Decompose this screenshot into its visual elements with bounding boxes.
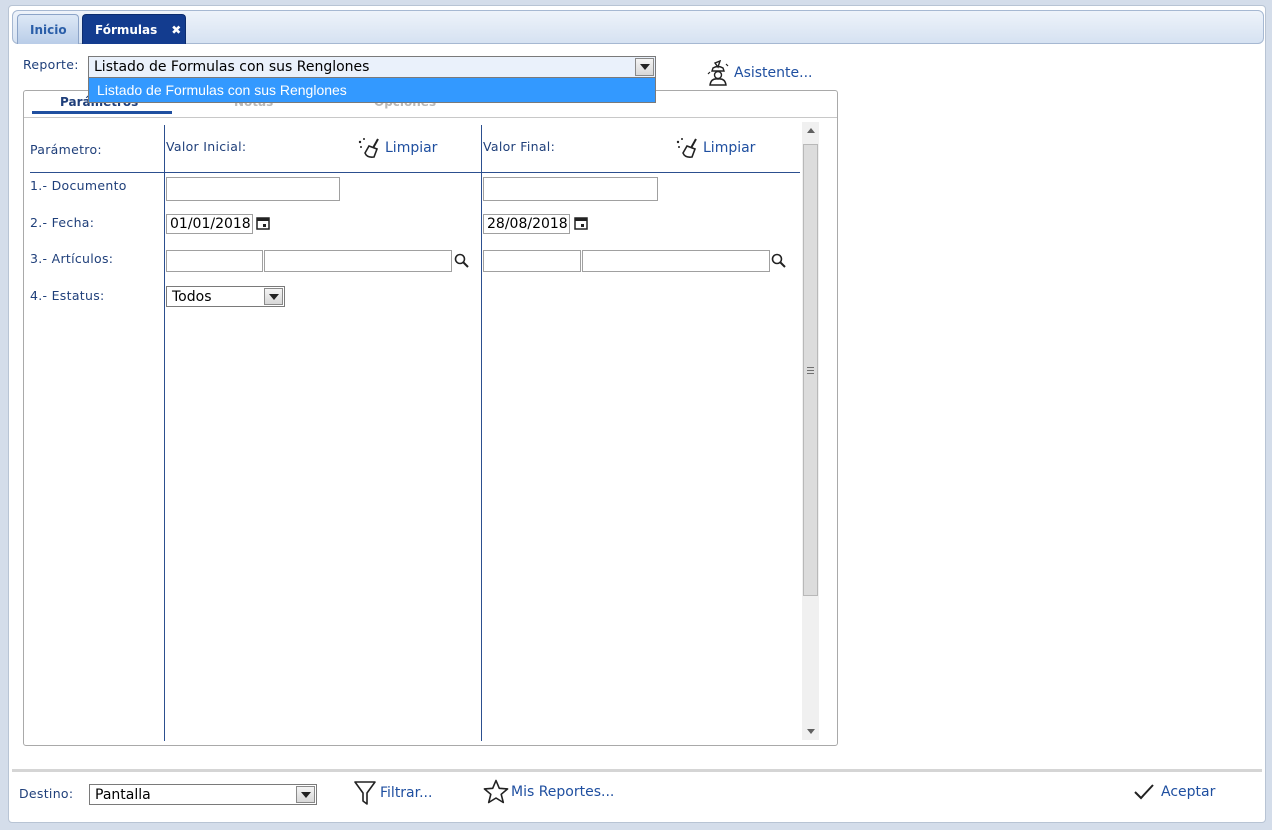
param-estatus-label: 4.- Estatus:: [30, 288, 105, 303]
reporte-label: Reporte:: [23, 57, 79, 72]
final-header: Valor Final:: [483, 139, 556, 154]
reporte-select-value: Listado de Formulas con sus Renglones: [94, 59, 370, 75]
scroll-thumb[interactable]: [803, 144, 818, 596]
tab-formulas-label: Fórmulas: [95, 22, 158, 37]
articulos-initial-desc-input[interactable]: [264, 250, 452, 272]
mis-reportes-label: Mis Reportes...: [511, 784, 615, 800]
header-divider: [30, 172, 800, 173]
tab-bar: Inicio Fórmulas ✖: [12, 10, 1264, 44]
star-icon: [483, 779, 509, 804]
estatus-select[interactable]: Todos: [166, 286, 285, 307]
vertical-scrollbar[interactable]: [802, 122, 819, 740]
destino-select[interactable]: Pantalla: [89, 784, 317, 805]
scroll-up-icon[interactable]: [802, 122, 819, 139]
calendar-icon[interactable]: [256, 216, 270, 230]
grip-line: [807, 370, 814, 371]
clear-initial-button[interactable]: Limpiar: [357, 136, 437, 160]
param-documento-label: 1.- Documento: [30, 178, 127, 193]
reporte-option-label: Listado de Formulas con sus Renglones: [97, 82, 347, 98]
filtrar-label: Filtrar...: [380, 785, 433, 801]
asistente-button[interactable]: Asistente...: [706, 60, 812, 86]
reporte-select[interactable]: Listado de Formulas con sus Renglones: [88, 56, 656, 78]
documento-final-input[interactable]: [483, 177, 658, 201]
destino-select-value: Pantalla: [95, 786, 151, 803]
divider: [24, 117, 837, 118]
param-header: Parámetro:: [30, 142, 102, 157]
initial-header: Valor Inicial:: [166, 139, 247, 154]
calendar-icon[interactable]: [574, 216, 588, 230]
grip-line: [807, 367, 814, 368]
filtrar-button[interactable]: Filtrar...: [354, 780, 432, 806]
articulos-final-code-input[interactable]: [483, 250, 581, 272]
chevron-down-icon[interactable]: [635, 58, 654, 76]
grip-line: [807, 373, 814, 374]
search-icon[interactable]: [771, 253, 787, 269]
asistente-label: Asistente...: [734, 65, 813, 81]
tab-inicio-label: Inicio: [30, 22, 67, 37]
chevron-down-icon[interactable]: [296, 786, 315, 803]
aceptar-button[interactable]: Aceptar: [1133, 783, 1215, 801]
filter-icon: [354, 781, 376, 805]
scroll-down-icon[interactable]: [802, 723, 819, 740]
column-divider: [481, 125, 482, 741]
clear-final-label: Limpiar: [703, 140, 756, 156]
documento-initial-input[interactable]: [166, 177, 340, 201]
clear-final-button[interactable]: Limpiar: [675, 136, 755, 160]
mis-reportes-button[interactable]: Mis Reportes...: [483, 779, 614, 805]
aceptar-label: Aceptar: [1161, 784, 1216, 800]
report-window: Inicio Fórmulas ✖ Reporte: Listado de Fo…: [8, 5, 1266, 823]
tab-formulas[interactable]: Fórmulas ✖: [82, 14, 186, 44]
estatus-select-value: Todos: [172, 288, 212, 305]
column-divider: [164, 125, 165, 741]
param-articulos-label: 3.- Artículos:: [30, 251, 114, 266]
search-icon[interactable]: [454, 253, 470, 269]
param-fecha-label: 2.- Fecha:: [30, 215, 95, 230]
checkmark-icon: [1134, 784, 1154, 800]
chevron-down-icon[interactable]: [264, 288, 283, 305]
reporte-dropdown-option[interactable]: Listado de Formulas con sus Renglones: [88, 78, 656, 103]
fecha-final-input[interactable]: 28/08/2018: [483, 214, 570, 234]
fecha-initial-input[interactable]: 01/01/2018: [166, 214, 253, 234]
parameters-panel: Parámetros Notas Opciones Parámetro: Val…: [23, 90, 838, 746]
articulos-final-desc-input[interactable]: [582, 250, 770, 272]
broom-icon: [676, 138, 697, 158]
articulos-initial-code-input[interactable]: [166, 250, 263, 272]
broom-icon: [358, 138, 379, 158]
active-tab-indicator: [32, 111, 172, 114]
destino-label: Destino:: [19, 786, 74, 801]
wizard-icon: [707, 60, 729, 86]
footer-divider: [12, 769, 1262, 772]
close-icon[interactable]: ✖: [171, 23, 181, 37]
clear-initial-label: Limpiar: [385, 140, 438, 156]
tab-inicio[interactable]: Inicio: [17, 14, 79, 44]
